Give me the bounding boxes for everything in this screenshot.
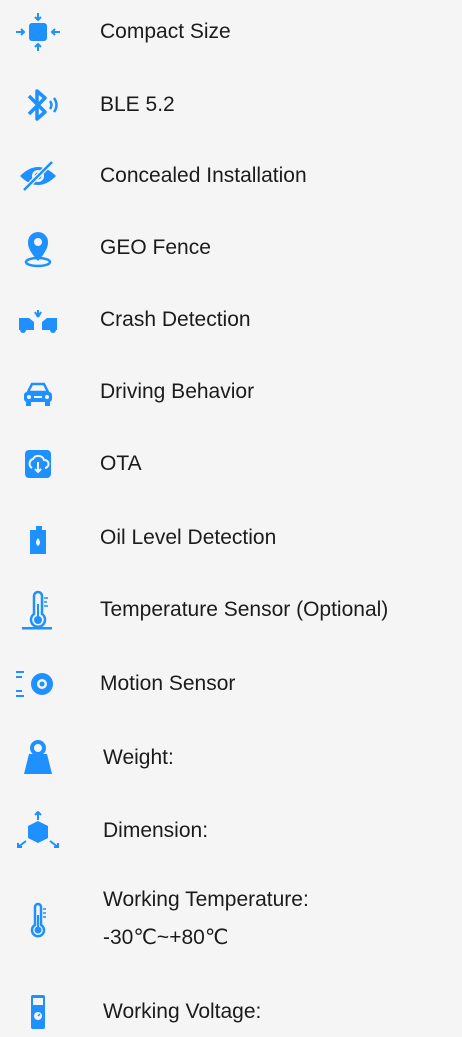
- feature-label: GEO Fence: [100, 236, 211, 259]
- dimension-icon: [10, 811, 66, 851]
- eye-slash-icon: [10, 156, 66, 196]
- location-pin-icon: [10, 228, 66, 268]
- feature-label: Concealed Installation: [100, 164, 307, 187]
- dimension-label: Dimension:: [103, 819, 209, 842]
- working-voltage-label: Working Voltage:: [103, 1000, 262, 1023]
- thermometer-icon: [10, 590, 66, 630]
- motion-sensor-icon: [10, 664, 66, 704]
- weight-icon: [10, 738, 66, 778]
- feature-label: Compact Size: [100, 20, 231, 43]
- working-temperature-icon: [10, 901, 66, 941]
- compact-size-icon: [10, 12, 66, 52]
- feature-list: Compact Size BLE 5.2 Concealed Installat…: [0, 0, 462, 1037]
- oil-can-icon: [10, 518, 66, 558]
- cloud-download-icon: [10, 444, 66, 484]
- feature-label: BLE 5.2: [100, 93, 175, 116]
- multimeter-icon: [10, 992, 66, 1032]
- car-icon: [10, 372, 66, 412]
- feature-label: Crash Detection: [100, 308, 251, 331]
- working-temperature-value: -30℃~+80℃: [103, 926, 229, 949]
- feature-label: Driving Behavior: [100, 380, 255, 403]
- weight-label: Weight:: [103, 746, 174, 769]
- feature-label: Oil Level Detection: [100, 526, 277, 549]
- working-temperature-label: Working Temperature:: [103, 888, 309, 911]
- crash-icon: [10, 300, 66, 340]
- bluetooth-icon: [10, 85, 66, 125]
- feature-label: Temperature Sensor (Optional): [100, 598, 389, 621]
- feature-label: OTA: [100, 452, 142, 475]
- feature-label: Motion Sensor: [100, 672, 236, 695]
